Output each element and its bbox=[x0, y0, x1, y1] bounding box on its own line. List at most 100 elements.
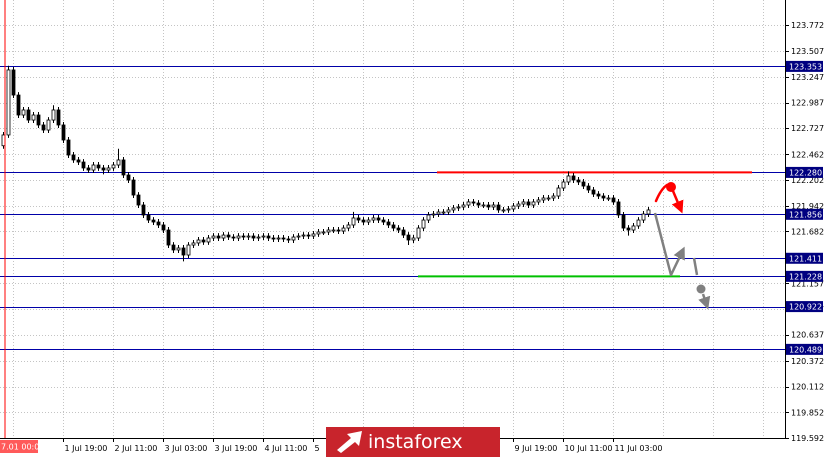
logo-text: instaforex bbox=[368, 431, 463, 453]
candle-body-bullish bbox=[516, 203, 521, 207]
candle-body-bearish bbox=[476, 202, 481, 206]
level-label: 121.856 bbox=[786, 208, 823, 220]
time-tick-label: 4 Jul 11:00 bbox=[265, 444, 308, 453]
candle-body-bearish bbox=[86, 167, 91, 171]
time-tick-label: 11 Jul 03:00 bbox=[615, 444, 663, 453]
time-tick-label: 5 bbox=[315, 444, 320, 453]
candle-body-bullish bbox=[491, 204, 496, 208]
candle-body-bullish bbox=[236, 235, 241, 239]
candle-body-bullish bbox=[321, 231, 326, 234]
candle bbox=[66, 137, 71, 158]
candle-body-bearish bbox=[171, 244, 176, 251]
candle-body-bearish bbox=[161, 224, 166, 231]
candle bbox=[6, 65, 11, 138]
candle-body-bullish bbox=[606, 197, 611, 200]
candle-body-bearish bbox=[611, 197, 616, 203]
candle-body-bearish bbox=[41, 124, 46, 131]
candle-body-bearish bbox=[586, 185, 591, 191]
candle-body-bullish bbox=[256, 236, 261, 239]
candle-body-bearish bbox=[141, 204, 146, 216]
candle-body-bullish bbox=[291, 236, 296, 241]
level-label: 121.228 bbox=[786, 270, 823, 282]
candle-body-bearish bbox=[526, 201, 531, 206]
candle bbox=[131, 177, 136, 199]
candle-body-bullish bbox=[416, 227, 421, 239]
candle-body-bearish bbox=[596, 193, 601, 197]
candle-body-bearish bbox=[621, 214, 626, 229]
price-tick-label: 123.247 bbox=[791, 73, 824, 82]
candle-body-bullish bbox=[466, 201, 471, 206]
level-label: 121.411 bbox=[786, 252, 823, 264]
level-label: 120.489 bbox=[786, 343, 823, 355]
candle-body-bullish bbox=[411, 237, 416, 241]
candle bbox=[166, 227, 171, 248]
candle-body-bearish bbox=[581, 181, 586, 187]
candle bbox=[16, 92, 21, 118]
price-tick-label: 120.372 bbox=[791, 357, 824, 366]
candle-body-bullish bbox=[566, 175, 571, 183]
candle-body-bullish bbox=[481, 204, 486, 207]
candle-body-bullish bbox=[246, 235, 251, 238]
candle-body-bullish bbox=[186, 244, 191, 256]
candle-body-bullish bbox=[116, 159, 121, 166]
candle-body-bearish bbox=[396, 227, 401, 231]
instaforex-logo: instaforex bbox=[326, 427, 500, 457]
candle-body-bullish bbox=[326, 229, 331, 233]
candle-body-bearish bbox=[251, 235, 256, 239]
candle-body-bullish bbox=[261, 235, 266, 238]
candle bbox=[61, 122, 66, 143]
candle-body-bullish bbox=[641, 213, 646, 221]
candle-body-bullish bbox=[541, 197, 546, 201]
candle-body-bearish bbox=[166, 229, 171, 246]
candle-body-bearish bbox=[146, 214, 151, 221]
candle-body-bearish bbox=[241, 235, 246, 238]
candle-body-bullish bbox=[441, 211, 446, 214]
price-tick-label: 122.462 bbox=[791, 150, 824, 159]
candle-body-bullish bbox=[451, 207, 456, 211]
candle-body-bullish bbox=[636, 219, 641, 227]
candle-body-bullish bbox=[176, 247, 181, 251]
candle-body-bullish bbox=[311, 233, 316, 237]
candle-body-bearish bbox=[271, 237, 276, 240]
candle-body-bearish bbox=[126, 174, 131, 181]
level-label-text: 121.856 bbox=[789, 210, 822, 219]
level-label: 123.353 bbox=[786, 60, 823, 72]
candle-body-bearish bbox=[101, 167, 106, 171]
time-tick-label: 3 Jul 19:00 bbox=[215, 444, 258, 453]
candle-body-bearish bbox=[26, 109, 31, 121]
level-label-text: 120.922 bbox=[789, 303, 822, 312]
candle-body-bullish bbox=[536, 199, 541, 203]
candle-body-bearish bbox=[381, 219, 386, 223]
price-tick-label: 122.987 bbox=[791, 99, 824, 108]
candle-body-bearish bbox=[486, 204, 491, 208]
candle-body-bearish bbox=[626, 227, 631, 231]
candle-body-bearish bbox=[201, 239, 206, 243]
candle-body-bearish bbox=[136, 194, 141, 206]
candle-body-bearish bbox=[71, 154, 76, 161]
time-tick-label: 3 Jul 03:00 bbox=[165, 444, 208, 453]
level-label-text: 120.489 bbox=[789, 345, 822, 354]
price-tick-label: 121.682 bbox=[791, 227, 824, 236]
candle bbox=[121, 157, 126, 178]
candle bbox=[621, 212, 626, 232]
candle-body-bullish bbox=[446, 209, 451, 213]
candle-body-bullish bbox=[51, 109, 56, 121]
candle-body-bullish bbox=[206, 237, 211, 243]
candle-body-bearish bbox=[11, 69, 16, 96]
candle-body-bearish bbox=[16, 94, 21, 116]
candle-body-bearish bbox=[81, 161, 86, 169]
candle-body-bullish bbox=[551, 195, 556, 199]
candle-body-bearish bbox=[496, 204, 501, 211]
candle-body-bearish bbox=[286, 238, 291, 241]
candle-body-bearish bbox=[231, 236, 236, 239]
candle-body-bullish bbox=[501, 209, 506, 212]
level-label-text: 122.280 bbox=[789, 168, 822, 177]
candle-body-bullish bbox=[521, 201, 526, 205]
candle-body-bullish bbox=[421, 219, 426, 229]
period-separator-label: 7.01 00:00 bbox=[0, 440, 44, 453]
candle-body-bearish bbox=[76, 159, 81, 163]
candle-body-bullish bbox=[301, 234, 306, 237]
time-tick-label: 2 Jul 11:00 bbox=[115, 444, 158, 453]
price-tick-label: 122.727 bbox=[791, 124, 824, 133]
level-label-text: 121.228 bbox=[789, 272, 822, 281]
